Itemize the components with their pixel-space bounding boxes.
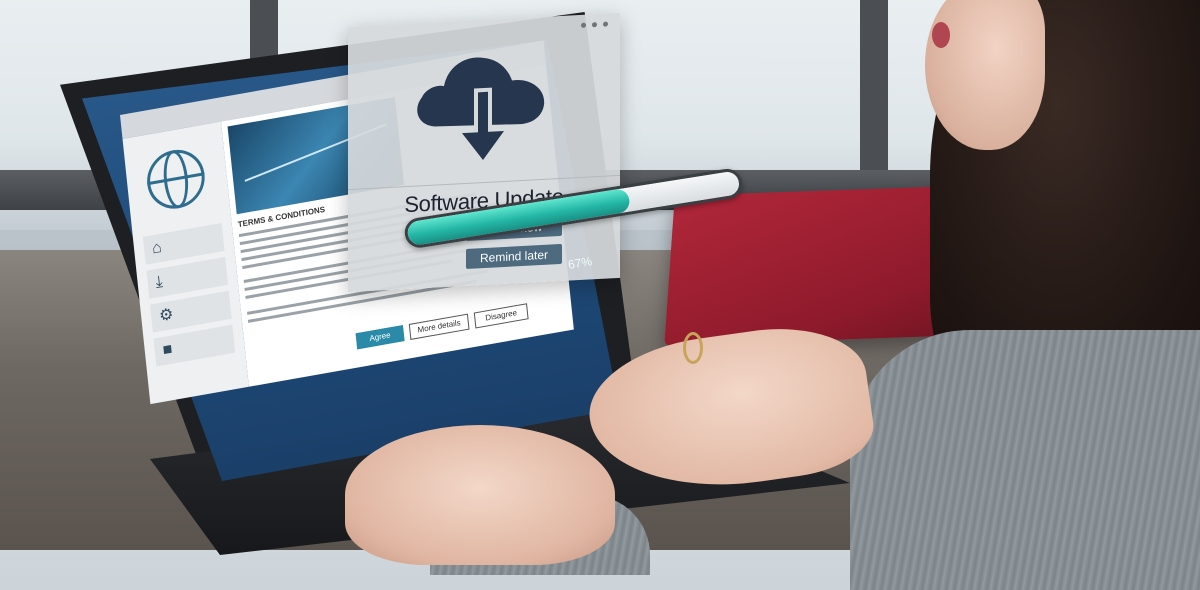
ring xyxy=(683,332,703,364)
globe-icon xyxy=(144,145,208,214)
person-sweater xyxy=(850,330,1200,590)
more-details-button[interactable]: More details xyxy=(408,313,470,340)
agree-button[interactable]: Agree xyxy=(355,325,405,350)
cloud-download-icon xyxy=(417,57,545,161)
folder-icon[interactable]: ■ xyxy=(153,324,236,367)
window-dot[interactable] xyxy=(603,21,608,27)
window-frame xyxy=(860,0,888,180)
remind-later-button[interactable]: Remind later xyxy=(466,243,562,269)
person-left-hand xyxy=(345,425,615,565)
window-controls xyxy=(581,21,608,28)
software-update-dialog: Software Update Install now Remind later xyxy=(348,12,620,293)
person-lips xyxy=(932,22,950,48)
window-dot[interactable] xyxy=(592,22,597,28)
disagree-button[interactable]: Disagree xyxy=(473,303,529,329)
window-dot[interactable] xyxy=(581,22,586,28)
